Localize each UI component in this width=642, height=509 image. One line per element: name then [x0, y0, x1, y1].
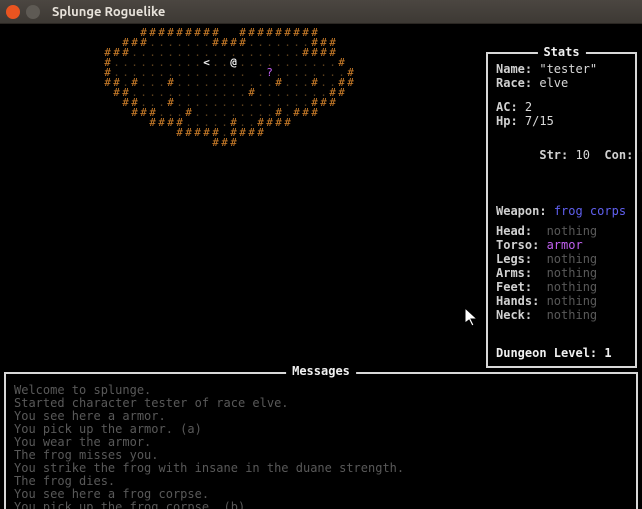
- equip-slot: Feet: nothing: [496, 280, 627, 294]
- slot-label: Torso:: [496, 238, 547, 252]
- str-label: Str:: [539, 148, 568, 162]
- slot-value: nothing: [547, 224, 598, 238]
- stats-panel-title: Stats: [537, 45, 585, 59]
- equip-slot: Arms: nothing: [496, 266, 627, 280]
- slot-value: armor: [547, 238, 583, 252]
- race-value: elve: [539, 76, 568, 90]
- slot-value: nothing: [547, 308, 598, 322]
- close-icon[interactable]: [6, 5, 20, 19]
- dungeon-map[interactable]: ######### ######### ###.......####......…: [4, 28, 484, 348]
- hp-label: Hp:: [496, 114, 518, 128]
- slot-label: Arms:: [496, 266, 547, 280]
- slot-label: Neck:: [496, 308, 547, 322]
- ac-label: AC:: [496, 100, 518, 114]
- con-label: Con:: [604, 148, 633, 162]
- weapon-label: Weapon:: [496, 204, 547, 218]
- name-value: "tester": [539, 62, 597, 76]
- equip-slot: Legs: nothing: [496, 252, 627, 266]
- game-viewport: ######### ######### ###.......####......…: [0, 24, 642, 509]
- equip-slot: Neck: nothing: [496, 308, 627, 322]
- slot-value: nothing: [547, 294, 598, 308]
- messages-panel: Messages Welcome to splunge.Started char…: [4, 372, 638, 509]
- str-value: 10: [576, 148, 590, 162]
- dungeon-level-label: Dungeon Level:: [496, 346, 597, 360]
- slot-value: nothing: [547, 252, 598, 266]
- message-line: You pick up the frog corpse. (b): [14, 501, 628, 509]
- message-log: Welcome to splunge.Started character tes…: [14, 384, 628, 509]
- hp-value: 7/15: [525, 114, 554, 128]
- window-title: Splunge Roguelike: [52, 5, 165, 19]
- dungeon-level-value: 1: [604, 346, 611, 360]
- slot-label: Feet:: [496, 280, 547, 294]
- slot-value: nothing: [547, 280, 598, 294]
- slot-label: Legs:: [496, 252, 547, 266]
- ac-value: 2: [525, 100, 532, 114]
- weapon-value: frog corps: [554, 204, 626, 218]
- minimize-icon[interactable]: [26, 5, 40, 19]
- window-titlebar: Splunge Roguelike: [0, 0, 642, 24]
- slot-value: nothing: [547, 266, 598, 280]
- name-label: Name:: [496, 62, 532, 76]
- messages-panel-title: Messages: [286, 365, 356, 378]
- equip-slot: Torso: armor: [496, 238, 627, 252]
- equip-slot: Head: nothing: [496, 224, 627, 238]
- slot-label: Head:: [496, 224, 547, 238]
- equip-slot: Hands: nothing: [496, 294, 627, 308]
- race-label: Race:: [496, 76, 532, 90]
- slot-label: Hands:: [496, 294, 547, 308]
- stats-panel: Stats Name: "tester" Race: elve AC: 2 Hp…: [486, 52, 637, 368]
